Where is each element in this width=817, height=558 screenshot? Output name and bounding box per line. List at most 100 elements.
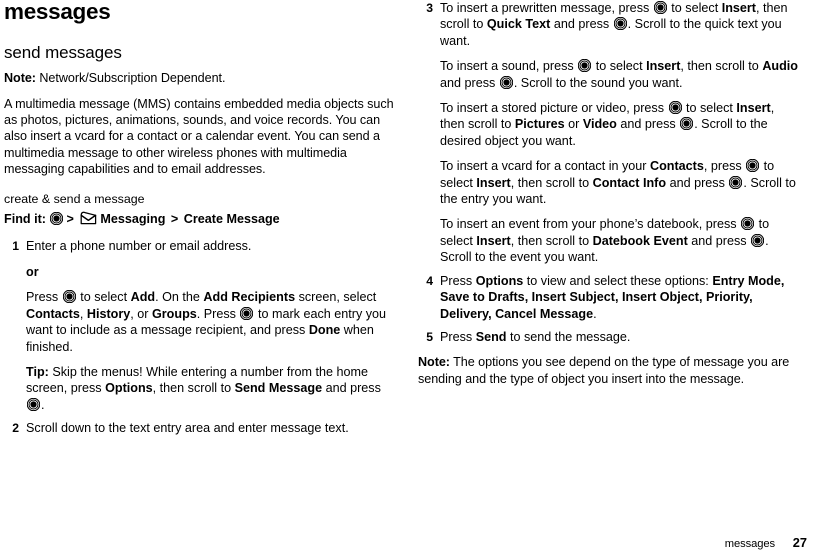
step-5-text: Press Send to send the message. bbox=[440, 329, 802, 345]
note-label: Note: bbox=[418, 355, 450, 370]
center-select-key-icon bbox=[729, 175, 743, 189]
done-bold: Done bbox=[308, 323, 341, 338]
insert-bold: Insert bbox=[476, 233, 511, 248]
find-it-label: Find it: bbox=[4, 212, 46, 227]
s4-pre: Press bbox=[440, 273, 476, 288]
ev-tail: and press bbox=[687, 233, 751, 248]
step-1-text: Enter a phone number or email address. bbox=[26, 239, 252, 254]
step-3-sound: To insert a sound, press to select Inser… bbox=[440, 58, 802, 91]
center-select-key-icon bbox=[50, 212, 64, 226]
create-message-menu-label: Create Message bbox=[183, 212, 280, 227]
history-bold: History bbox=[86, 306, 131, 321]
note-text: Network/Subscription Dependent. bbox=[35, 71, 226, 86]
step-4-text: Press Options to view and select these o… bbox=[440, 273, 802, 322]
or-text: , or bbox=[130, 306, 152, 321]
vc-pre: To insert a vcard for a contact in your bbox=[440, 159, 650, 174]
press-1-mid: to select bbox=[76, 290, 131, 305]
datebook-event-bold: Datebook Event bbox=[592, 233, 688, 248]
send-bold: Send bbox=[475, 329, 507, 344]
qt-mid: to select bbox=[667, 1, 722, 15]
step-5: 5 Press Send to send the message. bbox=[418, 329, 802, 345]
step-4: 4 Press Options to view and select these… bbox=[418, 273, 802, 322]
center-select-key-icon bbox=[27, 397, 40, 411]
network-note: Note: Network/Subscription Dependent. bbox=[4, 70, 394, 86]
quick-text-bold: Quick Text bbox=[486, 17, 551, 32]
step-1-tip: Tip: Skip the menus! While entering a nu… bbox=[26, 364, 394, 413]
manual-page: messages send messages Note: Network/Sub… bbox=[0, 0, 817, 558]
s4-end: . bbox=[593, 306, 597, 321]
send-message-bold: Send Message bbox=[234, 381, 323, 396]
step-3: 3 To insert a prewritten message, press … bbox=[418, 0, 802, 266]
right-steps-list: 3 To insert a prewritten message, press … bbox=[418, 0, 802, 345]
right-column: 3 To insert a prewritten message, press … bbox=[408, 0, 816, 530]
insert-bold: Insert bbox=[646, 59, 681, 74]
step-2: 2 Scroll down to the text entry area and… bbox=[4, 420, 394, 436]
vc-mid: , press bbox=[703, 159, 746, 174]
center-select-key-icon bbox=[668, 101, 682, 115]
left-steps-list: 1 Enter a phone number or email address.… bbox=[4, 238, 394, 436]
center-select-key-icon bbox=[62, 290, 76, 304]
page-footer: messages 27 bbox=[0, 535, 817, 550]
options-bold: Options bbox=[105, 381, 153, 396]
step-2-text: Scroll down to the text entry area and e… bbox=[26, 421, 349, 436]
messaging-menu-label: Messaging bbox=[100, 212, 166, 227]
center-select-key-icon bbox=[751, 233, 765, 247]
vc-tail: and press bbox=[666, 175, 729, 190]
tip-mid: , then scroll to bbox=[152, 381, 235, 396]
ev-post: , then scroll to bbox=[510, 233, 593, 248]
envelope-icon bbox=[80, 211, 97, 225]
contacts-bold: Contacts bbox=[26, 306, 80, 321]
step-number: 4 bbox=[426, 273, 433, 288]
groups-bold: Groups bbox=[151, 306, 197, 321]
pic-pre: To insert a stored picture or video, pre… bbox=[440, 101, 668, 116]
center-select-key-icon bbox=[499, 75, 513, 89]
step-number: 5 bbox=[426, 329, 433, 344]
press-1-pre: Press bbox=[26, 290, 62, 305]
contacts-bold: Contacts bbox=[650, 159, 704, 174]
qt-tail: and press bbox=[550, 17, 613, 32]
find-it-path: Find it: > Messaging > Create Message bbox=[4, 211, 394, 228]
press-1-post: . On the bbox=[155, 290, 204, 305]
audio-bold: Audio bbox=[762, 59, 798, 74]
snd-post: , then scroll to bbox=[680, 59, 763, 74]
footer-page-number: 27 bbox=[792, 535, 807, 550]
options-note: Note: The options you see depend on the … bbox=[418, 354, 802, 387]
step-1: 1 Enter a phone number or email address.… bbox=[4, 238, 394, 413]
step-number: 1 bbox=[12, 239, 19, 254]
center-select-key-icon bbox=[653, 1, 667, 14]
insert-bold: Insert bbox=[721, 1, 756, 15]
step-3-vcard: To insert a vcard for a contact in your … bbox=[440, 158, 802, 207]
center-select-key-icon bbox=[578, 59, 592, 73]
options-bold: Options bbox=[475, 273, 524, 288]
two-column-layout: messages send messages Note: Network/Sub… bbox=[0, 0, 817, 530]
contact-info-bold: Contact Info bbox=[592, 175, 667, 190]
path-separator-2: > bbox=[170, 212, 179, 227]
step-1-add-recipients-text: Press to select Add. On the Add Recipien… bbox=[26, 289, 394, 355]
s4-mid: to view and select these options: bbox=[523, 273, 713, 288]
tip-post: and press bbox=[322, 381, 381, 396]
center-select-key-icon bbox=[741, 217, 755, 231]
note-text: The options you see depend on the type o… bbox=[418, 355, 790, 386]
video-bold: Video bbox=[582, 117, 617, 132]
step-3-event: To insert an event from your phone’s dat… bbox=[440, 216, 802, 265]
step-number: 2 bbox=[12, 421, 19, 436]
center-select-key-icon bbox=[680, 117, 694, 131]
period-1: . bbox=[196, 306, 204, 321]
center-select-key-icon bbox=[746, 159, 760, 173]
snd-mid: to select bbox=[592, 59, 647, 74]
step-1-or-label: or bbox=[26, 264, 39, 279]
add-bold: Add bbox=[130, 290, 156, 305]
step-3-quicktext: To insert a prewritten message, press to… bbox=[440, 0, 802, 49]
snd-pre: To insert a sound, press bbox=[440, 59, 578, 74]
pictures-bold: Pictures bbox=[514, 117, 565, 132]
section-title: send messages bbox=[4, 42, 122, 62]
pic-or: or bbox=[564, 117, 583, 132]
intro-paragraph: A multimedia message (MMS) contains embe… bbox=[4, 96, 394, 177]
pic-tail: and press bbox=[616, 117, 680, 132]
note-label: Note: bbox=[4, 71, 36, 86]
ev-pre: To insert an event from your phone’s dat… bbox=[440, 217, 741, 232]
insert-bold: Insert bbox=[476, 175, 511, 190]
insert-bold: Insert bbox=[736, 101, 771, 116]
s5-post: to send the message. bbox=[506, 329, 631, 344]
tip-tail: . bbox=[41, 397, 45, 412]
